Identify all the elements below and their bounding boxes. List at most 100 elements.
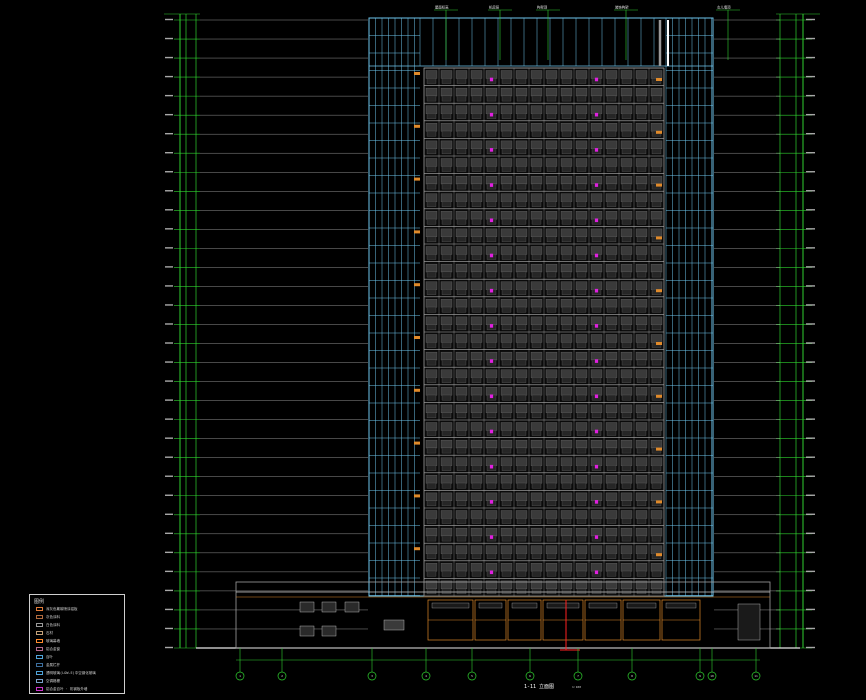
- window-lower: [621, 148, 632, 155]
- window-lower: [636, 271, 647, 278]
- window-upper: [500, 246, 513, 255]
- window-lower: [426, 166, 437, 172]
- window-upper: [530, 123, 543, 132]
- window-upper: [455, 105, 468, 114]
- window-upper: [470, 422, 483, 431]
- window-upper: [485, 228, 498, 237]
- window-upper: [575, 510, 588, 519]
- window-upper: [515, 387, 528, 396]
- window-lower: [546, 236, 557, 243]
- window-upper: [605, 563, 618, 572]
- window-upper: [455, 228, 468, 237]
- window-upper: [605, 87, 618, 97]
- window-lower: [456, 324, 467, 331]
- window-upper: [560, 299, 573, 308]
- axis-label: 6: [529, 674, 531, 678]
- window-upper: [650, 211, 663, 220]
- window-lower: [441, 377, 452, 383]
- window-upper: [455, 87, 468, 97]
- window-lower: [651, 570, 662, 577]
- window-lower: [651, 95, 662, 102]
- window-lower: [501, 113, 512, 119]
- ac-grille-accent: [489, 394, 494, 399]
- window-upper: [515, 281, 528, 290]
- level-mark: [165, 608, 173, 611]
- window-lower: [471, 500, 482, 507]
- window-lower: [576, 553, 587, 559]
- window-upper: [425, 281, 438, 290]
- window-lower: [426, 183, 437, 190]
- window-upper: [560, 422, 573, 431]
- window-lower: [516, 430, 527, 436]
- window-upper: [470, 369, 483, 378]
- window-lower: [651, 482, 662, 489]
- window-upper: [515, 545, 528, 554]
- window-upper: [620, 175, 633, 185]
- window-upper: [560, 457, 573, 466]
- window-lower: [606, 218, 617, 225]
- window-upper: [545, 563, 558, 572]
- window-lower: [531, 588, 542, 595]
- level-mark: [806, 342, 815, 344]
- window-upper: [485, 439, 498, 449]
- window-upper: [545, 404, 558, 413]
- window-lower: [651, 306, 662, 313]
- window-upper: [560, 369, 573, 378]
- window-upper: [620, 439, 633, 449]
- window-upper: [590, 193, 603, 202]
- window-lower: [471, 447, 482, 454]
- shop-sign: [588, 602, 618, 609]
- window-lower: [531, 377, 542, 383]
- window-upper: [560, 527, 573, 537]
- window-upper: [620, 457, 633, 466]
- window-lower: [441, 113, 452, 119]
- edge-tag-right: [656, 289, 662, 293]
- window-lower: [516, 183, 527, 190]
- window-upper: [545, 70, 558, 79]
- window-lower: [636, 166, 647, 172]
- window-upper: [530, 563, 543, 572]
- window-lower: [441, 412, 452, 419]
- level-mark: [165, 190, 173, 192]
- level-mark: [806, 418, 815, 420]
- window-upper: [650, 387, 663, 396]
- window-lower: [501, 465, 512, 471]
- window-upper: [440, 457, 453, 466]
- window-lower: [636, 201, 647, 207]
- window-lower: [606, 359, 617, 366]
- window-lower: [651, 113, 662, 119]
- window-upper: [500, 158, 513, 167]
- window-lower: [441, 183, 452, 190]
- window-lower: [546, 500, 557, 507]
- window-lower: [531, 130, 542, 137]
- window-lower: [636, 130, 647, 137]
- window-upper: [545, 175, 558, 185]
- window-upper: [455, 527, 468, 537]
- ac-grille-accent: [594, 394, 599, 399]
- window-upper: [425, 439, 438, 449]
- window-upper: [620, 316, 633, 325]
- window-lower: [621, 218, 632, 225]
- ac-grille-accent: [489, 253, 494, 258]
- window-upper: [560, 510, 573, 519]
- window-lower: [546, 394, 557, 401]
- window-lower: [621, 324, 632, 331]
- legend-item: 灰色涂料: [36, 614, 60, 620]
- window-upper: [605, 439, 618, 449]
- window-upper: [440, 563, 453, 572]
- level-mark: [806, 247, 815, 249]
- level-mark: [806, 75, 815, 78]
- level-mark: [806, 171, 815, 173]
- window-upper: [620, 228, 633, 237]
- window-upper: [635, 140, 648, 149]
- window-lower: [486, 166, 497, 172]
- axis-label: 11: [754, 674, 758, 678]
- edge-tag-left: [414, 72, 420, 75]
- window-lower: [546, 201, 557, 207]
- level-mark: [165, 113, 173, 116]
- window-lower: [606, 342, 617, 348]
- window-upper: [425, 422, 438, 431]
- window-lower: [576, 306, 587, 313]
- window-upper: [590, 228, 603, 237]
- window-lower: [486, 95, 497, 102]
